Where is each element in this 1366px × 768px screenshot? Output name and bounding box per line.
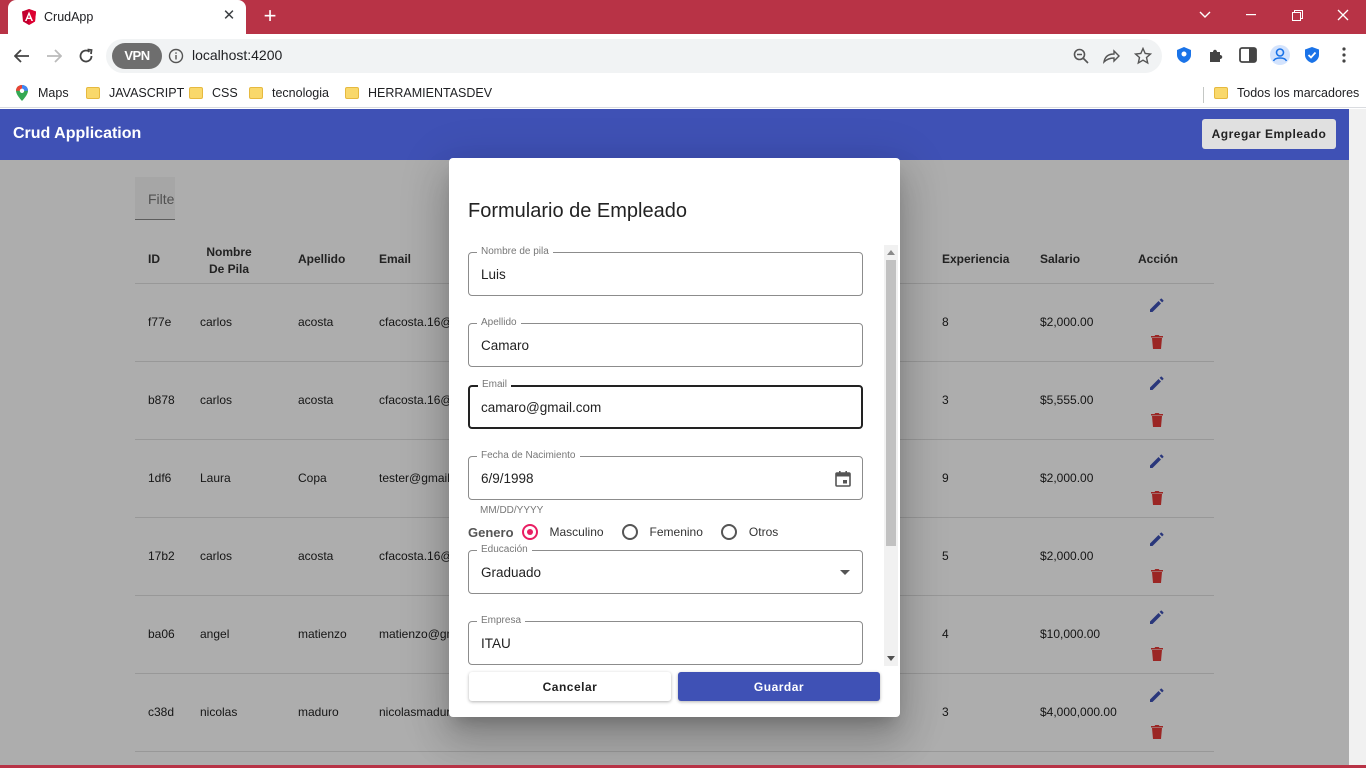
restore-icon[interactable] [1274,0,1320,30]
educacion-select[interactable]: Educación Graduado [468,544,863,594]
field-value: camaro@gmail.com [481,400,602,415]
dialog-title: Formulario de Empleado [468,200,687,222]
scroll-up-icon[interactable] [887,250,895,255]
zoom-icon[interactable] [1072,47,1090,65]
tab-title: CrudApp [44,10,94,24]
share-icon[interactable] [1102,47,1120,65]
field-value: Camaro [481,338,530,353]
bookmark-label: HERRAMIENTASDEV [368,86,493,100]
field-label: Educación [477,544,532,555]
field-label: Empresa [477,615,526,626]
scroll-thumb[interactable] [886,260,896,546]
field-value: Graduado [481,565,542,580]
scroll-down-icon[interactable] [887,656,895,661]
close-tab-icon[interactable]: ✕ [220,7,238,25]
bookmark-herramientasdev[interactable]: HERRAMIENTASDEV [345,83,492,103]
more-menu-icon[interactable] [1333,44,1355,66]
empresa-field[interactable]: Empresa ITAU [468,615,863,665]
add-employee-button[interactable]: Agregar Empleado [1202,119,1336,149]
field-label: Nombre de pila [477,246,553,257]
site-info-icon[interactable] [168,48,184,64]
dialog-scrollbar[interactable] [884,245,898,666]
field-label: Fecha de Nacimiento [477,450,580,461]
browser-toolbar: VPN localhost:4200 [0,34,1366,78]
calendar-icon[interactable] [834,470,852,488]
back-icon[interactable] [10,44,34,68]
reload-icon[interactable] [74,44,98,68]
app-title: Crud Application [13,125,142,142]
radio-label[interactable]: Masculino [550,525,604,539]
folder-icon [189,87,203,99]
save-button[interactable]: Guardar [678,672,880,701]
close-window-icon[interactable] [1320,0,1366,30]
tab-search-icon[interactable] [1182,0,1228,30]
folder-icon [249,87,263,99]
bookmark-separator [1203,87,1204,103]
field-value: 6/9/1998 [481,471,534,486]
shield-extension-icon[interactable] [1173,44,1195,66]
bookmark-maps[interactable]: Maps [15,83,69,103]
fecha-nacimiento-field[interactable]: Fecha de Nacimiento 6/9/1998 [468,450,863,500]
app-toolbar: Crud Application Agregar Empleado [0,109,1349,160]
folder-icon [86,87,100,99]
bookmark-label: CSS [212,86,238,100]
radio-masculino[interactable] [521,524,538,540]
dialog-content: Nombre de pila Luis Apellido Camaro Emai… [468,245,898,666]
field-value: ITAU [481,636,511,651]
bitwarden-shield-icon[interactable] [1301,44,1323,66]
cancel-button[interactable]: Cancelar [469,672,671,701]
address-bar[interactable]: VPN localhost:4200 [106,39,1162,73]
side-panel-icon[interactable] [1237,44,1259,66]
bookmarks-bar: Maps JAVASCRIPT CSS tecnologia HERRAMIEN… [0,78,1366,108]
date-format-hint: MM/DD/YYYY [480,505,544,516]
page-scrollbar[interactable] [1349,109,1366,768]
bookmark-star-icon[interactable] [1134,47,1152,65]
email-field[interactable]: Email camaro@gmail.com [468,379,863,429]
nombre-field[interactable]: Nombre de pila Luis [468,246,863,296]
radio-otros[interactable] [720,524,737,540]
radio-femenino[interactable] [621,524,638,540]
radio-label[interactable]: Femenino [650,525,703,539]
bookmark-tecnologia[interactable]: tecnologia [249,83,329,103]
vpn-button[interactable]: VPN [112,43,162,69]
field-label: Apellido [477,317,521,328]
folder-icon [345,87,359,99]
new-tab-icon[interactable]: + [259,5,281,27]
angular-icon [22,9,36,25]
bookmark-label: Todos los marcadores [1237,86,1360,100]
minimize-icon[interactable] [1228,0,1274,30]
url-text[interactable]: localhost:4200 [192,47,282,63]
bookmark-css[interactable]: CSS [189,83,238,103]
employee-form-dialog: Formulario de Empleado Nombre de pila Lu… [449,158,900,717]
bookmark-label: tecnologia [272,86,329,100]
bookmark-javascript[interactable]: JAVASCRIPT [86,83,184,103]
folder-icon [1214,87,1228,99]
apellido-field[interactable]: Apellido Camaro [468,317,863,367]
forward-icon[interactable] [42,44,66,68]
bookmark-all[interactable]: Todos los marcadores [1214,83,1359,103]
field-label: Email [478,379,512,390]
extensions-puzzle-icon[interactable] [1205,44,1227,66]
browser-tab[interactable]: CrudApp ✕ [8,0,246,34]
genero-radio-group: Genero Masculino Femenino Otros [468,522,796,542]
dropdown-arrow-icon[interactable] [840,570,850,575]
bookmark-label: JAVASCRIPT [109,86,185,100]
radio-label[interactable]: Otros [749,525,778,539]
profile-avatar-icon[interactable] [1269,44,1291,66]
genero-label: Genero [468,524,514,540]
maps-pin-icon [16,85,28,101]
bookmark-label: Maps [38,86,69,100]
browser-tabstrip: CrudApp ✕ + [0,0,1366,34]
field-value: Luis [481,267,506,282]
